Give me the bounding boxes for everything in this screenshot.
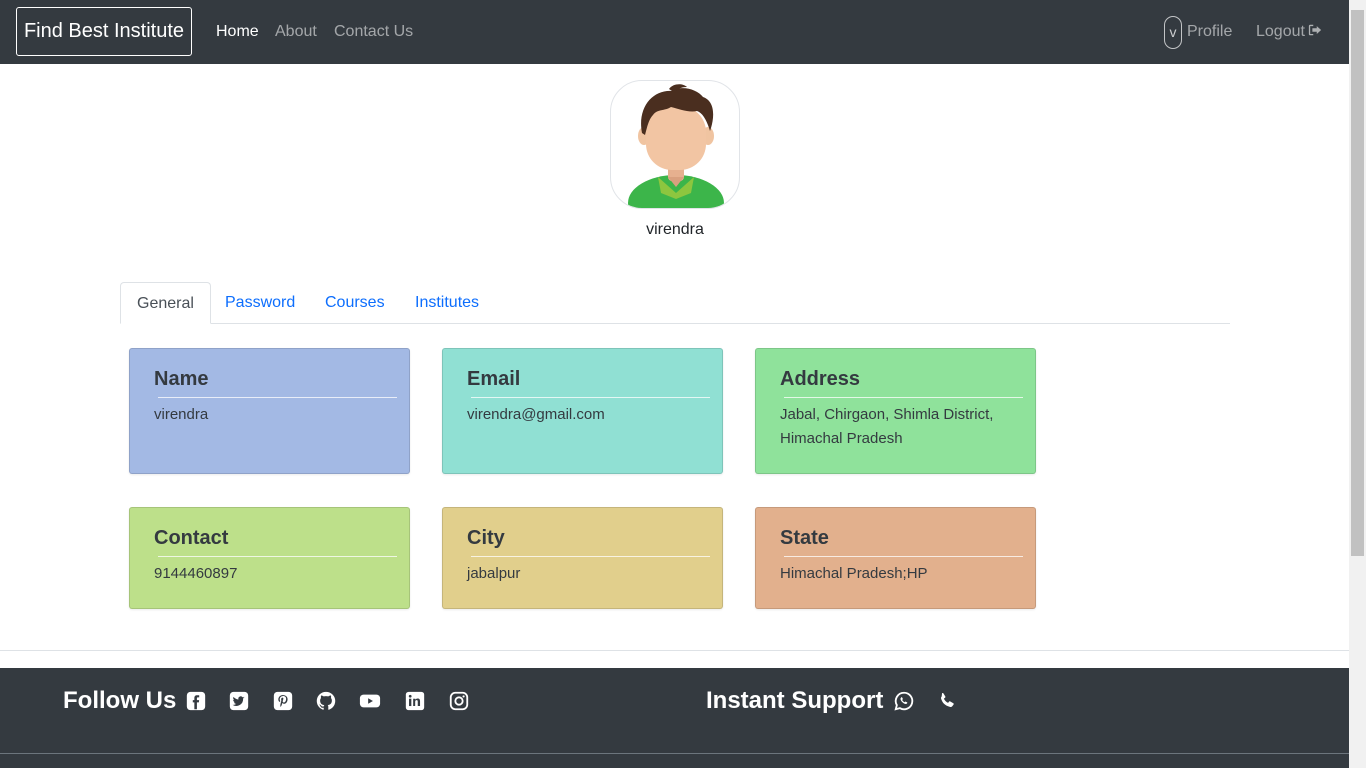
- card-divider: [158, 397, 397, 398]
- card-state: State Himachal Pradesh;HP: [755, 507, 1036, 609]
- card-divider: [158, 556, 397, 557]
- card-contact: Contact 9144460897: [129, 507, 410, 609]
- card-value: Jabal, Chirgaon, Shimla District, Himach…: [780, 406, 994, 447]
- phone-icon[interactable]: [936, 690, 958, 712]
- linkedin-icon[interactable]: [404, 690, 426, 712]
- user-avatar-illustration: [628, 84, 724, 208]
- card-email: Email virendra@gmail.com: [442, 348, 723, 474]
- content-divider: [0, 650, 1349, 651]
- nav-home[interactable]: Home: [216, 22, 259, 42]
- nav-contact-us[interactable]: Contact Us: [334, 22, 413, 42]
- card-title: Address: [780, 368, 861, 390]
- tab-institutes[interactable]: Institutes: [399, 282, 495, 324]
- brand-logo[interactable]: Find Best Institute: [16, 7, 192, 56]
- pinterest-icon[interactable]: [272, 690, 294, 712]
- instagram-icon[interactable]: [448, 690, 470, 712]
- logout-label: Logout: [1256, 23, 1305, 40]
- instant-support-heading: Instant Support: [706, 687, 884, 714]
- nav-about[interactable]: About: [275, 22, 317, 42]
- follow-us-heading: Follow Us: [63, 687, 177, 714]
- profile-username: virendra: [646, 221, 704, 238]
- youtube-icon[interactable]: [359, 690, 381, 712]
- card-value: Himachal Pradesh;HP: [780, 565, 928, 582]
- card-value: jabalpur: [467, 565, 521, 582]
- nav-profile[interactable]: Profile: [1187, 22, 1232, 42]
- profile-avatar: [610, 80, 740, 209]
- card-value: 9144460897: [154, 565, 238, 582]
- card-divider: [471, 556, 710, 557]
- user-initial-avatar[interactable]: v: [1164, 16, 1182, 49]
- scrollbar-thumb[interactable]: [1351, 10, 1364, 556]
- twitter-icon[interactable]: [228, 690, 250, 712]
- footer-bottom-divider: [0, 753, 1349, 754]
- card-value: virendra: [154, 406, 209, 423]
- card-title: State: [780, 527, 829, 549]
- card-city: City jabalpur: [442, 507, 723, 609]
- card-title: City: [467, 527, 505, 549]
- card-divider: [784, 397, 1023, 398]
- footer: Follow Us Instant Support: [0, 668, 1349, 768]
- card-divider: [471, 397, 710, 398]
- card-name: Name virendra: [129, 348, 410, 474]
- page-scrollbar[interactable]: [1349, 0, 1366, 768]
- card-address: Address Jabal, Chirgaon, Shimla District…: [755, 348, 1036, 474]
- top-navbar: Find Best Institute Home About Contact U…: [0, 0, 1349, 64]
- logout-icon: [1308, 23, 1322, 37]
- card-value: virendra@gmail.com: [467, 406, 605, 423]
- github-icon[interactable]: [315, 690, 337, 712]
- card-title: Contact: [154, 527, 229, 549]
- card-title: Email: [467, 368, 521, 390]
- nav-logout[interactable]: Logout: [1256, 22, 1322, 42]
- whatsapp-icon[interactable]: [893, 690, 915, 712]
- card-title: Name: [154, 368, 209, 390]
- facebook-icon[interactable]: [185, 690, 207, 712]
- tab-courses[interactable]: Courses: [309, 282, 401, 324]
- tab-general[interactable]: General: [120, 282, 211, 324]
- tab-password[interactable]: Password: [209, 282, 311, 324]
- card-divider: [784, 556, 1023, 557]
